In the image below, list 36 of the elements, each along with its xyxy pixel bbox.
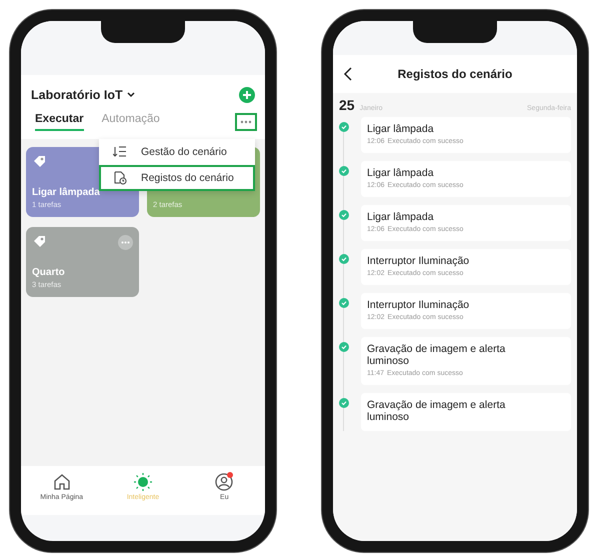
log-title: Ligar lâmpada [367,167,435,179]
check-circle-icon [339,122,349,132]
check-circle-icon [339,398,349,408]
home-title[interactable]: Laboratório IoT [31,88,135,102]
chevron-down-icon [126,92,135,98]
sun-icon [132,472,153,492]
log-card[interactable]: Gravação de imagem e alerta luminoso [361,393,571,431]
more-button[interactable] [235,113,257,131]
scene-name: Ligar lâmpada [32,187,101,198]
more-button[interactable] [118,235,133,250]
user-icon [214,472,234,492]
check-circle-icon [339,210,349,220]
log-title: Gravação de imagem e alerta luminoso [367,343,506,367]
log-title: Interruptor Iluminação [367,255,470,267]
log-title: Ligar lâmpada [367,123,435,135]
add-icon[interactable] [239,87,255,103]
check-circle-icon [339,166,349,176]
log-title: Gravação de imagem e alerta luminoso [367,399,506,423]
scene-name: Quarto [32,267,66,278]
sort-list-icon [113,145,127,159]
date-day: 25 [339,97,355,113]
more-icon [240,120,252,124]
tag-icon [32,235,46,248]
tag-icon [32,155,46,168]
back-icon[interactable] [343,67,353,81]
check-circle-icon [339,298,349,308]
home-icon [52,472,72,492]
log-title: Ligar lâmpada [367,211,435,223]
more-icon [121,241,130,244]
log-title: Interruptor Iluminação [367,299,470,311]
screen-title: Registos do cenário [396,67,514,81]
check-circle-icon [339,254,349,264]
document-clock-icon [113,171,127,185]
check-circle-icon [339,342,349,352]
tab[interactable]: Executar [35,113,84,131]
menu-item[interactable]: Registos do cenário [99,165,255,191]
